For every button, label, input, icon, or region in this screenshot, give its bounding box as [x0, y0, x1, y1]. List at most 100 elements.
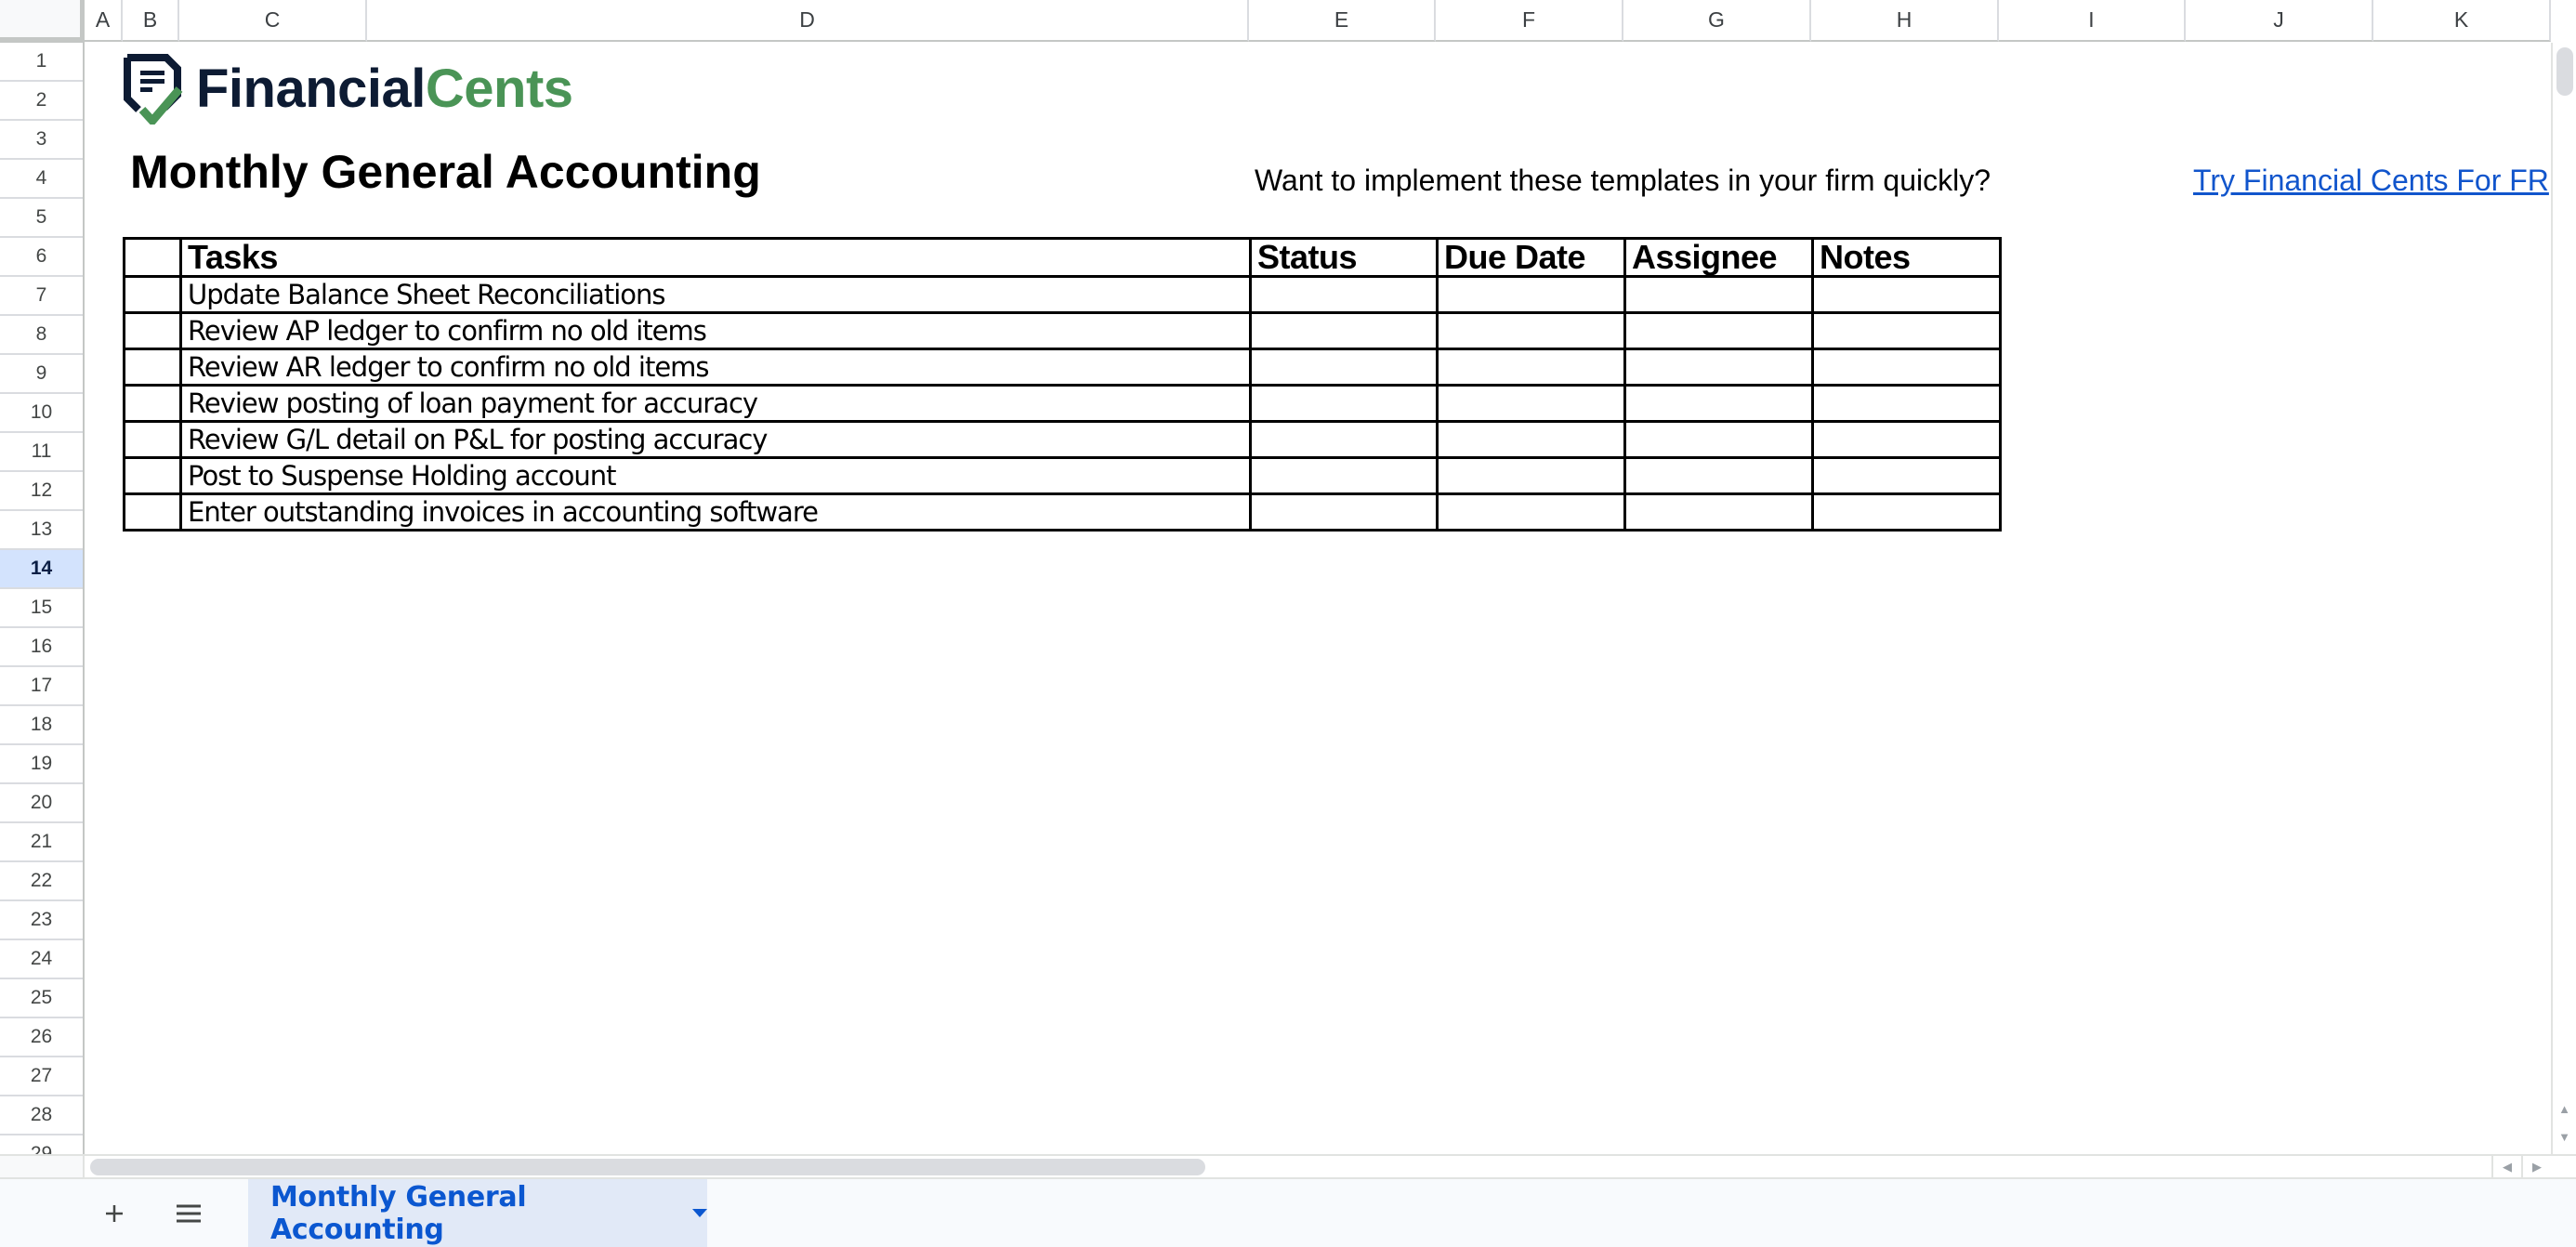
row-header-17[interactable]: 17 [0, 667, 83, 706]
caret-down-icon[interactable] [692, 1209, 707, 1217]
horizontal-scrollbar[interactable]: ◀ ▶ [0, 1154, 2576, 1179]
row-header-2[interactable]: 2 [0, 82, 83, 121]
scroll-down-arrow-icon[interactable]: ▼ [2553, 1122, 2576, 1150]
task-cell[interactable]: Enter outstanding invoices in accounting… [179, 492, 1252, 532]
task-cell[interactable]: Update Balance Sheet Reconciliations [179, 275, 1252, 314]
row-blank-cell[interactable] [123, 492, 182, 532]
row-header-11[interactable]: 11 [0, 433, 83, 472]
assignee-cell[interactable] [1623, 275, 1814, 314]
vertical-scrollbar[interactable]: ▲ ▼ [2551, 43, 2576, 1155]
all-sheets-button[interactable] [163, 1179, 215, 1247]
notes-cell[interactable] [1811, 456, 2002, 495]
try-financial-cents-link[interactable]: Try Financial Cents For FR [2193, 162, 2551, 199]
row-header-6[interactable]: 6 [0, 238, 83, 277]
column-header-a[interactable]: A [85, 0, 123, 42]
notes-cell[interactable] [1811, 492, 2002, 532]
row-header-9[interactable]: 9 [0, 355, 83, 394]
row-header-26[interactable]: 26 [0, 1018, 83, 1057]
row-header-19[interactable]: 19 [0, 745, 83, 784]
row-header-24[interactable]: 24 [0, 940, 83, 979]
due-date-cell[interactable] [1436, 456, 1626, 495]
row-header-15[interactable]: 15 [0, 589, 83, 628]
select-all-corner[interactable] [0, 0, 85, 43]
row-header-8[interactable]: 8 [0, 316, 83, 355]
scroll-up-arrow-icon[interactable]: ▲ [2553, 1095, 2576, 1122]
assignee-cell[interactable] [1623, 384, 1814, 423]
row-header-20[interactable]: 20 [0, 784, 83, 823]
row-blank-cell[interactable] [123, 275, 182, 314]
status-cell[interactable] [1249, 420, 1439, 459]
header-notes[interactable]: Notes [1811, 237, 2002, 278]
row-header-25[interactable]: 25 [0, 979, 83, 1018]
status-cell[interactable] [1249, 384, 1439, 423]
column-header-d[interactable]: D [367, 0, 1249, 42]
vertical-scroll-thumb[interactable] [2556, 47, 2573, 96]
due-date-cell[interactable] [1436, 311, 1626, 350]
scroll-left-arrow-icon[interactable]: ◀ [2491, 1156, 2521, 1177]
scroll-right-arrow-icon[interactable]: ▶ [2521, 1156, 2551, 1177]
header-cell-blank[interactable] [123, 237, 182, 278]
row-header-22[interactable]: 22 [0, 862, 83, 901]
task-cell[interactable]: Review G/L detail on P&L for posting acc… [179, 420, 1252, 459]
row-header-1[interactable]: 1 [0, 43, 83, 82]
column-header-c[interactable]: C [179, 0, 367, 42]
row-header-16[interactable]: 16 [0, 628, 83, 667]
notes-cell[interactable] [1811, 275, 2002, 314]
row-header-28[interactable]: 28 [0, 1096, 83, 1135]
status-cell[interactable] [1249, 456, 1439, 495]
assignee-cell[interactable] [1623, 311, 1814, 350]
notes-cell[interactable] [1811, 420, 2002, 459]
row-header-13[interactable]: 13 [0, 511, 83, 550]
row-header-12[interactable]: 12 [0, 472, 83, 511]
row-header-27[interactable]: 27 [0, 1057, 83, 1096]
column-header-i[interactable]: I [1999, 0, 2186, 42]
row-header-21[interactable]: 21 [0, 823, 83, 862]
due-date-cell[interactable] [1436, 348, 1626, 387]
due-date-cell[interactable] [1436, 492, 1626, 532]
status-cell[interactable] [1249, 275, 1439, 314]
row-header-5[interactable]: 5 [0, 199, 83, 238]
task-cell[interactable]: Post to Suspense Holding account [179, 456, 1252, 495]
header-status[interactable]: Status [1249, 237, 1439, 278]
status-cell[interactable] [1249, 311, 1439, 350]
notes-cell[interactable] [1811, 311, 2002, 350]
assignee-cell[interactable] [1623, 456, 1814, 495]
header-tasks[interactable]: Tasks [179, 237, 1252, 278]
column-header-g[interactable]: G [1623, 0, 1811, 42]
row-header-29[interactable]: 29 [0, 1135, 83, 1155]
task-cell[interactable]: Review AP ledger to confirm no old items [179, 311, 1252, 350]
row-blank-cell[interactable] [123, 456, 182, 495]
column-header-h[interactable]: H [1811, 0, 1999, 42]
sheet-tab-monthly-general-accounting[interactable]: Monthly General Accounting [248, 1179, 707, 1247]
row-header-14[interactable]: 14 [0, 550, 83, 589]
column-header-j[interactable]: J [2186, 0, 2373, 42]
row-header-4[interactable]: 4 [0, 160, 83, 199]
horizontal-scroll-thumb[interactable] [90, 1159, 1205, 1175]
due-date-cell[interactable] [1436, 420, 1626, 459]
header-assignee[interactable]: Assignee [1623, 237, 1814, 278]
due-date-cell[interactable] [1436, 384, 1626, 423]
due-date-cell[interactable] [1436, 275, 1626, 314]
notes-cell[interactable] [1811, 348, 2002, 387]
row-header-3[interactable]: 3 [0, 121, 83, 160]
row-blank-cell[interactable] [123, 311, 182, 350]
column-header-e[interactable]: E [1249, 0, 1436, 42]
header-due-date[interactable]: Due Date [1436, 237, 1626, 278]
notes-cell[interactable] [1811, 384, 2002, 423]
status-cell[interactable] [1249, 492, 1439, 532]
add-sheet-button[interactable] [88, 1179, 140, 1247]
row-header-18[interactable]: 18 [0, 706, 83, 745]
row-blank-cell[interactable] [123, 420, 182, 459]
status-cell[interactable] [1249, 348, 1439, 387]
column-header-f[interactable]: F [1436, 0, 1623, 42]
assignee-cell[interactable] [1623, 420, 1814, 459]
column-header-k[interactable]: K [2373, 0, 2551, 42]
task-cell[interactable]: Review AR ledger to confirm no old items [179, 348, 1252, 387]
row-blank-cell[interactable] [123, 384, 182, 423]
column-header-b[interactable]: B [123, 0, 179, 42]
row-header-23[interactable]: 23 [0, 901, 83, 940]
assignee-cell[interactable] [1623, 348, 1814, 387]
task-cell[interactable]: Review posting of loan payment for accur… [179, 384, 1252, 423]
row-blank-cell[interactable] [123, 348, 182, 387]
assignee-cell[interactable] [1623, 492, 1814, 532]
